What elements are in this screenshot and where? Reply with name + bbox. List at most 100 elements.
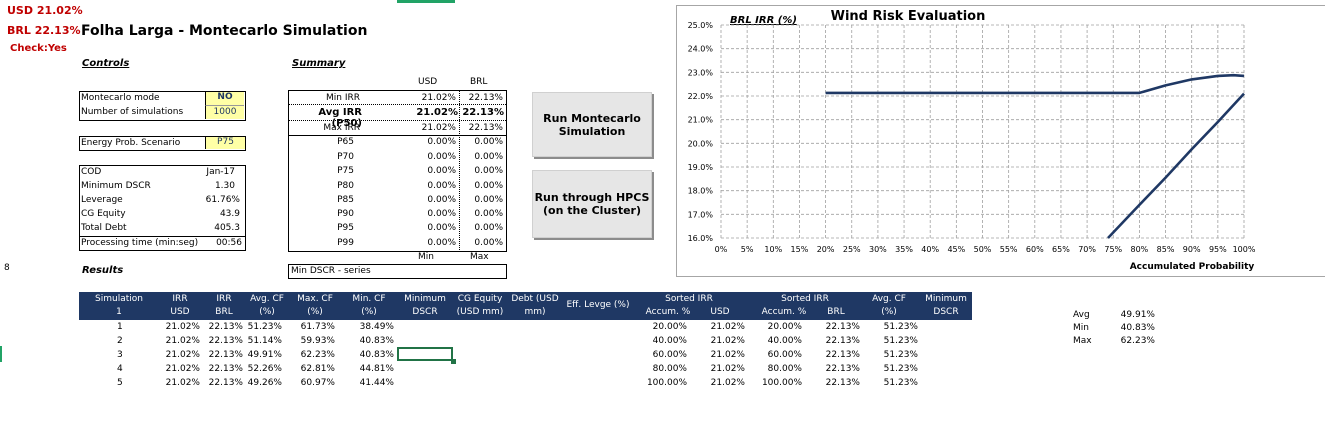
montecarlo-mode-input[interactable]: NO [205,92,244,106]
active-cell[interactable] [397,347,453,361]
run-montecarlo-button[interactable]: Run Montecarlo Simulation [532,92,652,157]
dscr-series-label: Min DSCR - series [291,266,371,276]
result-max-cf: 62.23% [300,350,335,360]
result-sim: 2 [117,336,123,346]
sorted-avg-cf: 51.23% [883,322,918,332]
divider [80,236,245,237]
energy-scenario-input[interactable]: P75 [205,137,245,149]
x-tick-label: 35% [895,245,913,254]
stat-label: Avg [1073,310,1090,320]
hdr-accum-a: Accum. % [645,307,691,317]
check-label: Check:Yes [10,43,67,54]
param-value: 405.3 [214,223,240,233]
result-sim: 1 [117,322,123,332]
sorted-accum-usd: 60.00% [652,350,687,360]
sorted-avg-cf: 51.23% [883,350,918,360]
x-tick-label: 0% [715,245,728,254]
row-marker: 8 [4,263,10,273]
x-tick-label: 55% [1000,245,1018,254]
y-tick-label: 16.0% [688,234,714,243]
sorted-avg-cf: 51.23% [883,378,918,388]
sorted-usd: 21.02% [710,336,745,346]
result-avg-cf: 49.26% [247,378,282,388]
hdr-avg-cf-sub: (%) [259,307,275,317]
x-tick-label: 65% [1052,245,1070,254]
y-tick-label: 19.0% [688,163,714,172]
stat-label: Max [1073,336,1092,346]
x-tick-label: 10% [764,245,782,254]
x-tick-label: 100% [1233,245,1256,254]
energy-scenario-label: Energy Prob. Scenario [81,138,181,148]
sorted-accum-usd: 20.00% [652,322,687,332]
hdr-avg-cf: Avg. CF [250,294,284,304]
summary-row-label: P65 [337,137,354,147]
sorted-brl: 22.13% [825,322,860,332]
hdr-irr-usd-sub: USD [170,307,190,317]
hdr-min-cf: Min. CF [352,294,386,304]
x-tick-label: 70% [1078,245,1096,254]
result-avg-cf: 51.14% [247,336,282,346]
sorted-brl: 22.13% [825,350,860,360]
summary-brl-value: 0.00% [474,181,503,191]
hdr-irr-brl-sub: BRL [215,307,233,317]
hdr-eff-levge: Eff. Levge (%) [566,300,630,310]
hdr-accum-b: Accum. % [761,307,807,317]
summary-foot-max: Max [470,252,489,262]
summary-heading: Summary [292,58,346,69]
energy-scenario-value: P75 [217,137,234,147]
summary-row-label: Min IRR [326,93,360,103]
series-line-2 [1107,92,1245,239]
summary-brl-value: 22.13% [468,93,503,103]
result-min-cf: 40.83% [359,336,394,346]
summary-brl-value: 0.00% [474,209,503,219]
sorted-brl: 22.13% [825,378,860,388]
hdr-simulation: Simulation [95,294,143,304]
sorted-accum-usd: 80.00% [652,364,687,374]
hdr-max-cf: Max. CF [297,294,333,304]
hdr-min-dscr-r-sub: DSCR [933,307,959,317]
montecarlo-mode-value: NO [217,92,233,102]
summary-col-usd: USD [418,77,438,87]
sorted-usd: 21.02% [710,322,745,332]
summary-brl-value: 22.13% [468,123,503,133]
hdr-debt-sub: mm) [524,307,546,317]
result-min-cf: 41.44% [359,378,394,388]
divider [288,135,506,136]
summary-brl-value: 22.13% [462,107,504,118]
run-hpcs-button[interactable]: Run through HPCS (on the Cluster) [532,170,652,238]
hdr-irr-brl: IRR [216,294,232,304]
x-tick-label: 40% [921,245,939,254]
sorted-brl: 22.13% [825,336,860,346]
summary-brl-value: 0.00% [474,238,503,248]
sorted-usd: 21.02% [710,350,745,360]
hdr-irr-usd: IRR [172,294,188,304]
param-value: 61.76% [205,195,240,205]
irr-chart: Wind Risk Evaluation BRL IRR (%) Accumul… [688,9,1256,272]
x-tick-label: 95% [1209,245,1227,254]
result-avg-cf: 51.23% [247,322,282,332]
result-max-cf: 62.81% [300,364,335,374]
fill-handle[interactable] [451,359,456,364]
y-tick-label: 21.0% [688,116,714,125]
x-tick-label: 80% [1131,245,1149,254]
stat-value: 62.23% [1120,336,1155,346]
result-min-cf: 38.49% [359,322,394,332]
result-max-cf: 59.93% [300,336,335,346]
num-simulations-label: Number of simulations [81,107,184,117]
x-tick-label: 30% [869,245,887,254]
summary-row-label: Max IRR [323,123,360,133]
summary-brl-value: 0.00% [474,152,503,162]
result-sim: 4 [117,364,123,374]
stat-label: Min [1073,323,1089,333]
result-sim: 5 [117,378,123,388]
param-label: Leverage [81,195,123,205]
summary-row-label: P99 [337,238,354,248]
hdr-sorted-irr-brl: Sorted IRR [781,294,829,304]
sorted-accum-usd: 100.00% [646,378,687,388]
sorted-accum-brl: 20.00% [767,322,802,332]
sorted-accum-brl: 100.00% [761,378,802,388]
num-simulations-input[interactable]: 1000 [205,106,244,119]
result-min-cf: 40.83% [359,350,394,360]
summary-row-label: P95 [337,223,354,233]
hdr-sorted-irr-usd: Sorted IRR [665,294,713,304]
